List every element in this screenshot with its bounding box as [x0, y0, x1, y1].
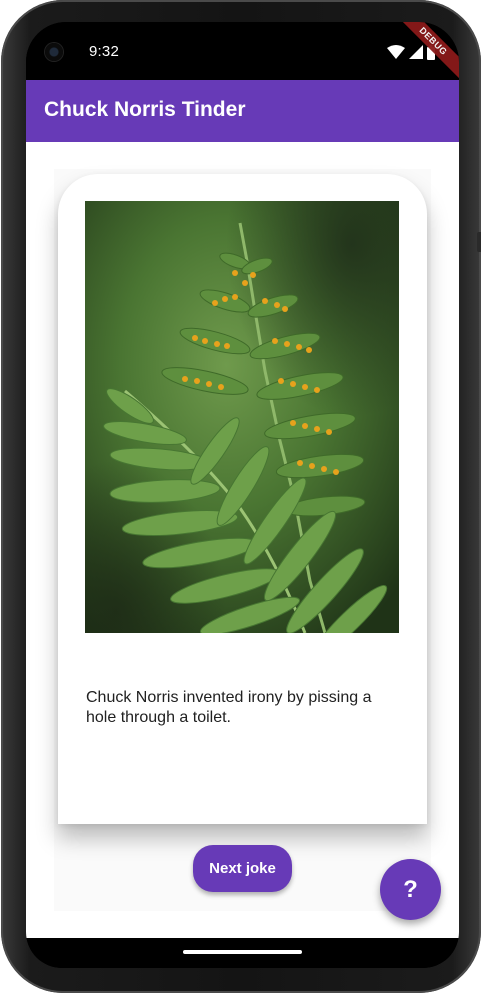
navigation-bar [26, 938, 459, 968]
wifi-icon [387, 45, 405, 59]
side-button [477, 232, 481, 252]
fern-photo [85, 201, 399, 633]
joke-text: Chuck Norris invented irony by pissing a… [86, 689, 372, 726]
phone-frame: 9:32 DEBUG Chuck Norris Tinder Chuck Nor… [1, 0, 481, 993]
app-bar: Chuck Norris Tinder [26, 80, 459, 142]
app-title: Chuck Norris Tinder [44, 98, 246, 121]
next-joke-button[interactable]: Next joke [193, 845, 292, 892]
main-content: Chuck Norris invented irony by pissing a… [26, 142, 459, 938]
screen: 9:32 DEBUG Chuck Norris Tinder Chuck Nor… [26, 22, 459, 968]
front-camera [45, 43, 63, 61]
help-fab-button[interactable]: ? [380, 859, 441, 920]
status-bar: 9:32 DEBUG [26, 22, 459, 84]
home-indicator[interactable] [183, 950, 302, 954]
joke-card[interactable]: Chuck Norris invented irony by pissing a… [58, 174, 427, 824]
cell-signal-icon [409, 45, 423, 59]
status-time: 9:32 [89, 43, 119, 60]
